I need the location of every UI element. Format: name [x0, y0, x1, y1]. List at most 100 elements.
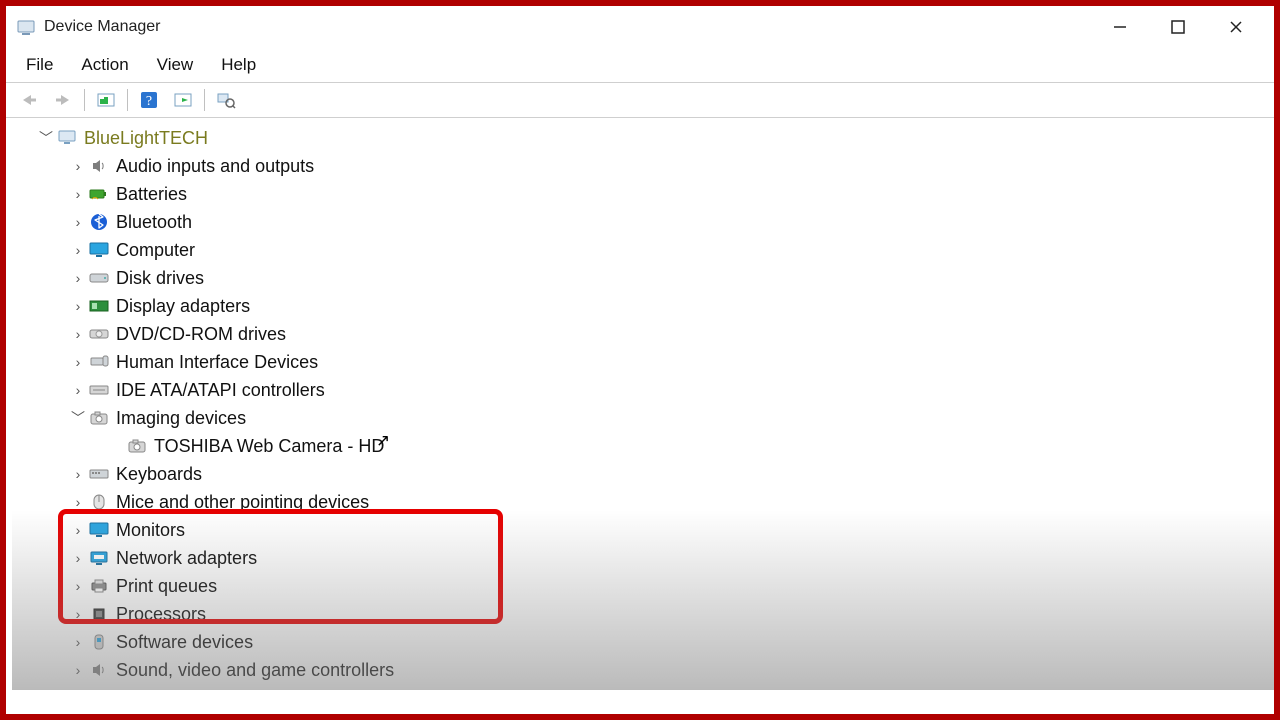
speaker-icon — [88, 155, 110, 177]
tree-category[interactable]: › IDE ATA/ATAPI controllers — [12, 376, 1268, 404]
separator — [204, 89, 205, 111]
camera-icon — [126, 435, 148, 457]
keyboard-icon — [88, 463, 110, 485]
computer-icon — [56, 127, 78, 149]
bluetooth-icon — [88, 211, 110, 233]
forward-button[interactable] — [49, 87, 77, 113]
close-button[interactable] — [1218, 13, 1254, 41]
tree-item-label: Imaging devices — [116, 408, 246, 429]
chevron-right-icon[interactable]: › — [68, 382, 88, 398]
separator — [127, 89, 128, 111]
disk-icon — [88, 267, 110, 289]
tree-category[interactable]: › Bluetooth — [12, 208, 1268, 236]
tree-category[interactable]: › Processors — [12, 600, 1268, 628]
printer-icon — [88, 575, 110, 597]
chevron-right-icon[interactable]: › — [68, 270, 88, 286]
tree-item-label: Monitors — [116, 520, 185, 541]
device-tree[interactable]: ﹀ BlueLightTECH › Audio inputs and output… — [6, 118, 1274, 690]
tree-item-label: Print queues — [116, 576, 217, 597]
title-bar: Device Manager — [6, 6, 1274, 48]
back-button[interactable] — [15, 87, 43, 113]
show-hidden-button[interactable] — [92, 87, 120, 113]
tree-item-label: Processors — [116, 604, 206, 625]
tree-item-label: Sound, video and game controllers — [116, 660, 394, 681]
mouse-icon — [88, 491, 110, 513]
menu-file[interactable]: File — [12, 51, 67, 79]
chevron-down-icon[interactable]: ﹀ — [36, 128, 56, 148]
tree-item-label: Batteries — [116, 184, 187, 205]
svg-text:?: ? — [146, 94, 152, 109]
chevron-right-icon[interactable]: › — [68, 242, 88, 258]
tree-category[interactable]: › Monitors — [12, 516, 1268, 544]
tree-item-label: Audio inputs and outputs — [116, 156, 314, 177]
chevron-right-icon[interactable]: › — [68, 158, 88, 174]
chevron-right-icon[interactable]: › — [68, 634, 88, 650]
tree-category[interactable]: › Computer — [12, 236, 1268, 264]
ide-icon — [88, 379, 110, 401]
chevron-right-icon[interactable]: › — [68, 578, 88, 594]
minimize-button[interactable] — [1102, 13, 1138, 41]
monitor2-icon — [88, 519, 110, 541]
menu-bar: File Action View Help — [6, 48, 1274, 83]
tree-category[interactable]: › Human Interface Devices — [12, 348, 1268, 376]
camera-icon — [88, 407, 110, 429]
gpu-icon — [88, 295, 110, 317]
chevron-right-icon[interactable]: › — [68, 522, 88, 538]
tree-category[interactable]: › DVD/CD-ROM drives — [12, 320, 1268, 348]
tree-category[interactable]: › Display adapters — [12, 292, 1268, 320]
tree-category[interactable]: › Print queues — [12, 572, 1268, 600]
tree-item-label: Keyboards — [116, 464, 202, 485]
network-icon — [88, 547, 110, 569]
menu-help[interactable]: Help — [207, 51, 270, 79]
refresh-button[interactable] — [169, 87, 197, 113]
chevron-right-icon[interactable]: › — [68, 298, 88, 314]
tree-item-label: Disk drives — [116, 268, 204, 289]
tree-category[interactable]: › Network adapters — [12, 544, 1268, 572]
chevron-down-icon[interactable]: ﹀ — [68, 408, 88, 428]
tree-item-label: Bluetooth — [116, 212, 192, 233]
tree-item-label: IDE ATA/ATAPI controllers — [116, 380, 325, 401]
chevron-right-icon[interactable]: › — [68, 606, 88, 622]
tree-category[interactable]: › Batteries — [12, 180, 1268, 208]
tree-root-label: BlueLightTECH — [84, 128, 208, 149]
separator — [84, 89, 85, 111]
tree-category[interactable]: › Disk drives — [12, 264, 1268, 292]
tree-item-label: Computer — [116, 240, 195, 261]
tree-category[interactable]: ›Software devices — [12, 628, 1268, 656]
speaker2-icon — [88, 659, 110, 681]
tree-category[interactable]: › Mice and other pointing devices — [12, 488, 1268, 516]
tree-category[interactable]: › Keyboards — [12, 460, 1268, 488]
chevron-right-icon[interactable]: › — [68, 494, 88, 510]
optical-icon — [88, 323, 110, 345]
cursor-icon — [374, 435, 390, 457]
tree-root[interactable]: ﹀ BlueLightTECH — [12, 124, 1268, 152]
chevron-right-icon[interactable]: › — [68, 326, 88, 342]
tree-item-label: Human Interface Devices — [116, 352, 318, 373]
tree-device[interactable]: TOSHIBA Web Camera - HD — [12, 432, 1268, 460]
tree-item-label: TOSHIBA Web Camera - HD — [154, 436, 384, 457]
chevron-right-icon[interactable]: › — [68, 354, 88, 370]
help-button[interactable]: ? — [135, 87, 163, 113]
chevron-right-icon[interactable]: › — [68, 550, 88, 566]
app-icon — [16, 17, 36, 37]
scan-button[interactable] — [212, 87, 240, 113]
chevron-right-icon[interactable]: › — [68, 214, 88, 230]
hid-icon — [88, 351, 110, 373]
tree-item-label: Mice and other pointing devices — [116, 492, 369, 513]
chevron-right-icon[interactable]: › — [68, 662, 88, 678]
menu-action[interactable]: Action — [67, 51, 142, 79]
menu-view[interactable]: View — [143, 51, 208, 79]
tree-item-label: Network adapters — [116, 548, 257, 569]
toolbar: ? — [6, 83, 1274, 118]
cpu-icon — [88, 603, 110, 625]
tree-category[interactable]: ﹀ Imaging devices — [12, 404, 1268, 432]
tree-item-label: Display adapters — [116, 296, 250, 317]
tree-item-label: DVD/CD-ROM drives — [116, 324, 286, 345]
chevron-right-icon[interactable]: › — [68, 466, 88, 482]
tree-category[interactable]: › Audio inputs and outputs — [12, 152, 1268, 180]
chevron-right-icon[interactable]: › — [68, 186, 88, 202]
tree-category[interactable]: › Sound, video and game controllers — [12, 656, 1268, 684]
monitor-icon — [88, 239, 110, 261]
window-title: Device Manager — [44, 18, 161, 36]
maximize-button[interactable] — [1160, 13, 1196, 41]
